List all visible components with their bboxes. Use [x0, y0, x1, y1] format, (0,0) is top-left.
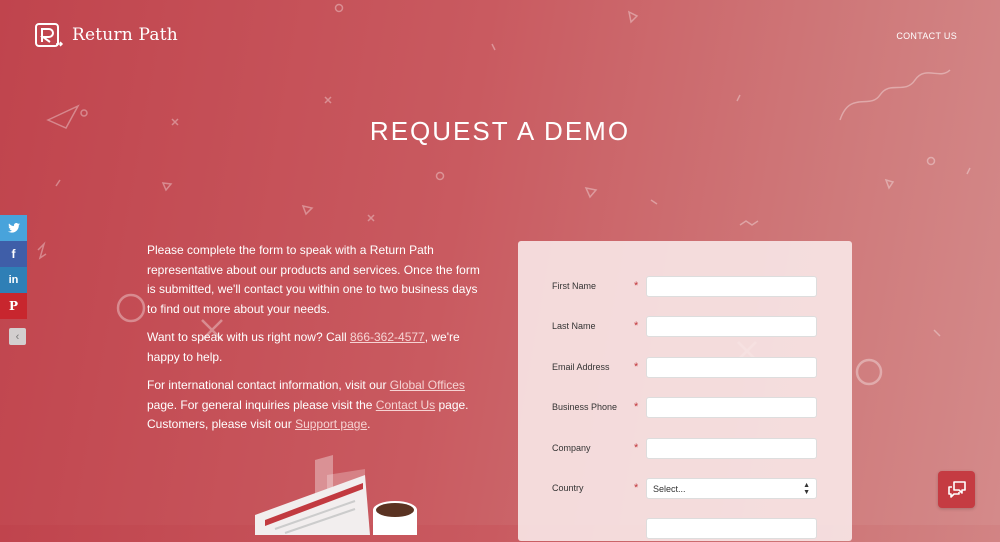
twitter-share-button[interactable] — [0, 215, 27, 241]
contact-us-link[interactable]: Contact Us — [376, 398, 435, 412]
twitter-icon — [7, 223, 20, 233]
facebook-icon: f — [11, 247, 16, 261]
next-field-row — [518, 518, 852, 542]
country-row: Country * Select... ▲ ▼ — [518, 478, 852, 502]
first-name-field[interactable] — [646, 276, 817, 297]
contact-text-b: page. For general inquiries please visit… — [147, 397, 376, 412]
business-phone-label: Business Phone — [552, 402, 618, 412]
pinterest-share-button[interactable]: P — [0, 293, 27, 319]
pinterest-icon: P — [8, 299, 19, 313]
select-arrows-icon: ▲ ▼ — [803, 481, 810, 496]
email-field[interactable] — [646, 357, 817, 378]
email-row: Email Address * — [518, 357, 852, 381]
chat-button[interactable] — [938, 471, 975, 508]
phone-paragraph: Want to speak with us right now? Call 86… — [147, 328, 487, 367]
intro-paragraph: Please complete the form to speak with a… — [147, 243, 480, 316]
contact-text-d: . — [367, 417, 371, 431]
company-field[interactable] — [646, 438, 817, 459]
global-offices-link[interactable]: Global Offices — [390, 378, 465, 392]
demo-request-form: First Name * Last Name * Email Address *… — [518, 241, 852, 541]
logo-mark-icon — [35, 23, 64, 47]
required-asterisk: * — [634, 401, 639, 413]
required-asterisk: * — [634, 361, 639, 373]
business-phone-row: Business Phone * — [518, 397, 852, 421]
chevron-left-icon: ‹ — [15, 330, 20, 343]
contact-info-paragraph: For international contact information, v… — [147, 376, 487, 435]
phone-link[interactable]: 866-362-4577 — [350, 330, 425, 344]
first-name-row: First Name * — [518, 276, 852, 300]
required-asterisk: * — [634, 442, 639, 454]
last-name-row: Last Name * — [518, 316, 852, 340]
email-label: Email Address — [552, 362, 610, 372]
partial-field[interactable] — [646, 518, 817, 539]
facebook-share-button[interactable]: f — [0, 241, 27, 267]
required-asterisk: * — [634, 482, 639, 494]
intro-text: Please complete the form to speak with a… — [147, 241, 487, 444]
logo-text: Return Path — [72, 25, 178, 45]
return-path-logo[interactable]: Return Path — [34, 22, 178, 48]
country-selected-value: Select... — [653, 483, 686, 494]
page-title: REQUEST A DEMO — [369, 116, 631, 146]
country-select[interactable]: Select... ▲ ▼ — [646, 478, 817, 499]
last-name-label: Last Name — [552, 321, 596, 331]
country-label: Country — [552, 483, 584, 493]
chat-bubbles-icon — [947, 480, 966, 498]
business-phone-field[interactable] — [646, 397, 817, 418]
desk-illustration — [255, 455, 417, 535]
linkedin-share-button[interactable]: in — [0, 267, 27, 293]
collapse-social-button[interactable]: ‹ — [9, 328, 26, 345]
linkedin-icon: in — [8, 274, 19, 286]
company-row: Company * — [518, 438, 852, 462]
required-asterisk: * — [634, 320, 639, 332]
first-name-label: First Name — [552, 281, 597, 291]
last-name-field[interactable] — [646, 316, 817, 337]
support-page-link[interactable]: Support page — [295, 417, 367, 431]
contact-text-a: For international contact information, v… — [147, 378, 390, 392]
required-asterisk: * — [634, 280, 639, 292]
phone-text-before: Want to speak with us right now? Call — [147, 330, 350, 344]
contact-us-nav-link[interactable]: CONTACT US — [896, 31, 957, 41]
social-share-bar: f in P — [0, 215, 27, 319]
company-label: Company — [552, 443, 591, 453]
